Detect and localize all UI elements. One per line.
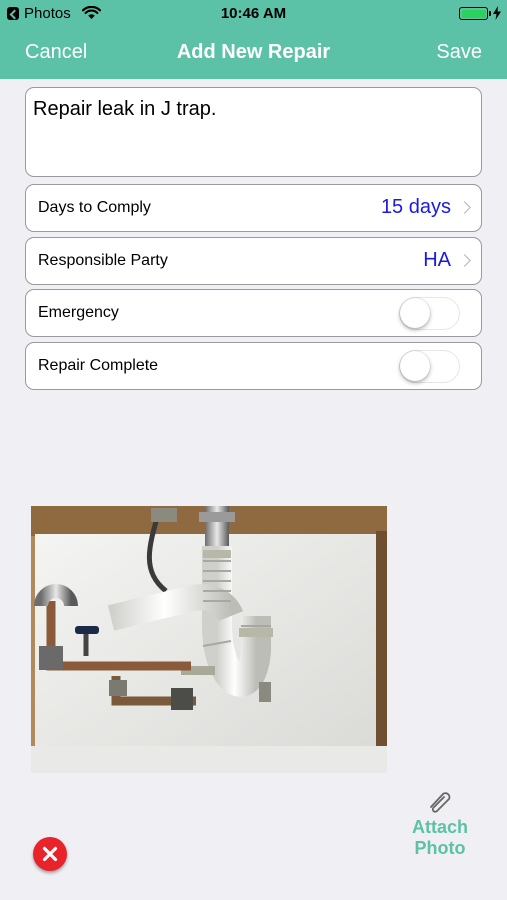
- charging-bolt-icon: [493, 6, 501, 20]
- attach-photo-label-line2: Photo: [414, 838, 466, 858]
- days-to-comply-value: 15 days: [380, 196, 451, 218]
- attach-photo-button[interactable]: Attach Photo: [403, 789, 477, 859]
- plumbing-photo-image: [31, 506, 387, 773]
- chevron-right-icon: [458, 254, 471, 267]
- repair-complete-toggle[interactable]: [399, 350, 460, 383]
- responsible-party-row[interactable]: Responsible Party HA: [25, 237, 482, 285]
- page-title: Add New Repair: [176, 41, 331, 63]
- save-button[interactable]: Save: [436, 41, 482, 64]
- delete-icon[interactable]: [33, 837, 67, 871]
- days-to-comply-label: Days to Comply: [38, 199, 151, 216]
- emergency-label: Emergency: [38, 304, 119, 321]
- navigation-bar: Cancel Add New Repair Save: [0, 28, 507, 79]
- repair-description-field[interactable]: Repair leak in J trap.: [25, 87, 482, 177]
- repair-complete-label: Repair Complete: [38, 357, 159, 374]
- repair-complete-row: Repair Complete: [25, 342, 482, 390]
- responsible-party-value: HA: [423, 249, 451, 271]
- paperclip-icon: [430, 792, 451, 813]
- x-mark-icon: [42, 846, 58, 862]
- battery-cap: [489, 11, 491, 16]
- chevron-right-icon: [458, 201, 471, 214]
- status-time: 10:46 AM: [220, 5, 287, 22]
- toggle-knob: [400, 351, 430, 381]
- toggle-knob: [400, 298, 430, 328]
- status-bar: Photos 10:46 AM: [0, 0, 507, 28]
- emergency-toggle[interactable]: [399, 297, 460, 330]
- battery-icon: [459, 7, 488, 20]
- emergency-row: Emergency: [25, 289, 482, 337]
- responsible-party-label: Responsible Party: [38, 252, 168, 269]
- days-to-comply-row[interactable]: Days to Comply 15 days: [25, 184, 482, 232]
- attach-photo-label-line1: Attach: [411, 817, 468, 837]
- attached-photo[interactable]: [31, 506, 387, 773]
